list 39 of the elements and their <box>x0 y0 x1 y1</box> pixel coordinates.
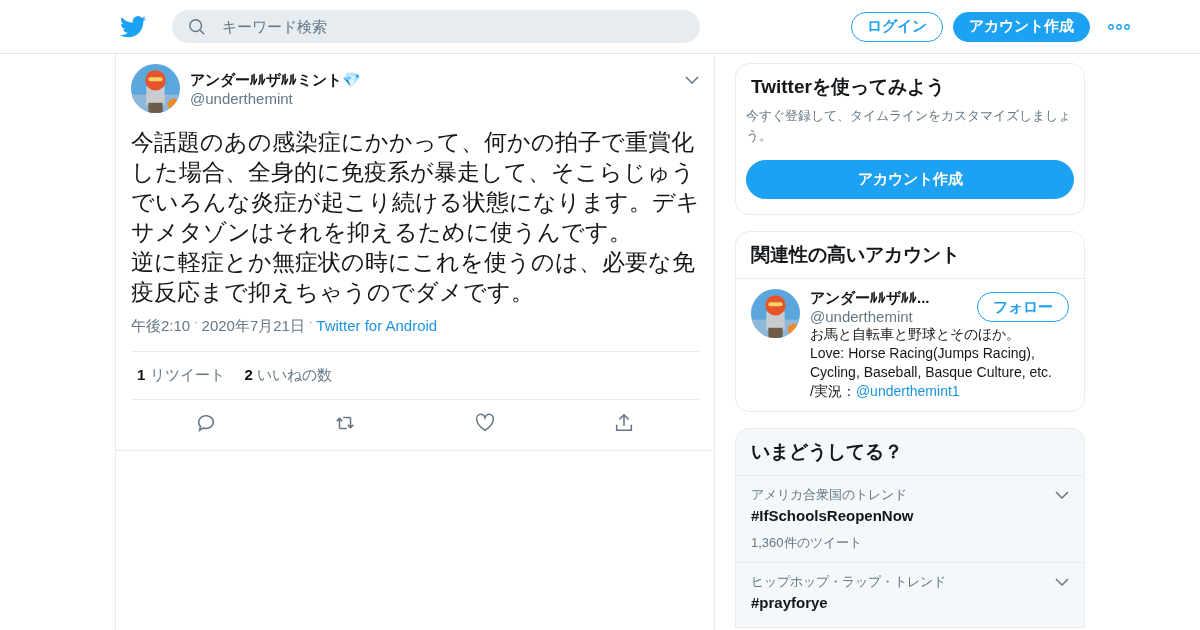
more-icon[interactable] <box>1108 23 1130 30</box>
heart-icon[interactable] <box>473 412 496 434</box>
trend-count: 1,360件のツイート <box>751 534 863 552</box>
avatar <box>751 289 800 338</box>
tweet-time: 午後2:10 <box>131 317 191 336</box>
trend-context: ヒップホップ・ラップ・トレンド <box>751 573 946 591</box>
chevron-icon[interactable] <box>1055 578 1069 586</box>
tweet-text: 今話題のあの感染症にかかって、何かの拍子で重賞化した場合、全身的に免疫系が暴走して、そこらじゅうでいろんな炎症が起こり続ける状態になります。デキサメタゾンはそれを抑えるために使うんです。 <box>131 128 701 247</box>
stat-link[interactable]: 2 いいねの数 <box>244 366 333 385</box>
separator-dot: · <box>308 317 313 330</box>
tweet-text: 逆に軽症とか無症状の時にこれを使うのは、必要な免疫反応まで抑えちゃうのでダメです。 <box>131 248 696 307</box>
search-field[interactable]: キーワード検索 <box>172 10 700 43</box>
user-name: アンダーﾙﾙザﾙﾙ... <box>810 289 930 308</box>
user-bio: お馬と自転車と野球とそのほか。 Love: Horse Racing(Jumps Racing), Cycling, Baseball, Basque Culture, etc. /実況：@underthemint1 <box>810 325 1053 401</box>
bio-link[interactable]: @underthemint1 <box>855 383 960 399</box>
tweet-date: 2020年7月21日 <box>201 317 305 336</box>
card-title: Twitterを使ってみよう <box>750 75 946 99</box>
stat-link[interactable]: 1 リツイート <box>137 366 225 385</box>
trend-tag[interactable]: #prayforye <box>751 594 1069 611</box>
card-title: 関連性の高いアカウント <box>750 243 961 267</box>
trend-context: アメリカ合衆国のトレンド <box>751 486 907 504</box>
chevron-icon[interactable] <box>1055 491 1069 499</box>
signup-button[interactable]: アカウント作成 <box>953 11 1090 42</box>
user-handle: @underthemint <box>810 308 914 325</box>
avatar <box>131 64 180 113</box>
user-handle: @underthemint <box>190 89 294 107</box>
login-button[interactable]: ログイン <box>851 11 943 42</box>
chevron-icon[interactable] <box>685 76 699 84</box>
card-text: 今すぐ登録して、タイムラインをカスタマイズしましょう。 <box>746 107 1072 145</box>
search-icon <box>188 17 206 36</box>
bird-logo-icon[interactable] <box>120 15 146 38</box>
card-title: いまどうしてる？ <box>750 440 904 464</box>
search-input[interactable]: キーワード検索 <box>220 17 684 36</box>
separator-dot: · <box>194 317 198 330</box>
user-name: アンダーﾙﾙザﾙﾙミント💎 <box>190 70 362 90</box>
source-link[interactable]: Twitter for Android <box>316 317 438 336</box>
signup-button[interactable]: アカウント作成 <box>746 160 1074 199</box>
trend-tag[interactable]: #IfSchoolsReopenNow <box>751 507 1069 524</box>
follow-button[interactable]: フォロー <box>977 292 1069 322</box>
